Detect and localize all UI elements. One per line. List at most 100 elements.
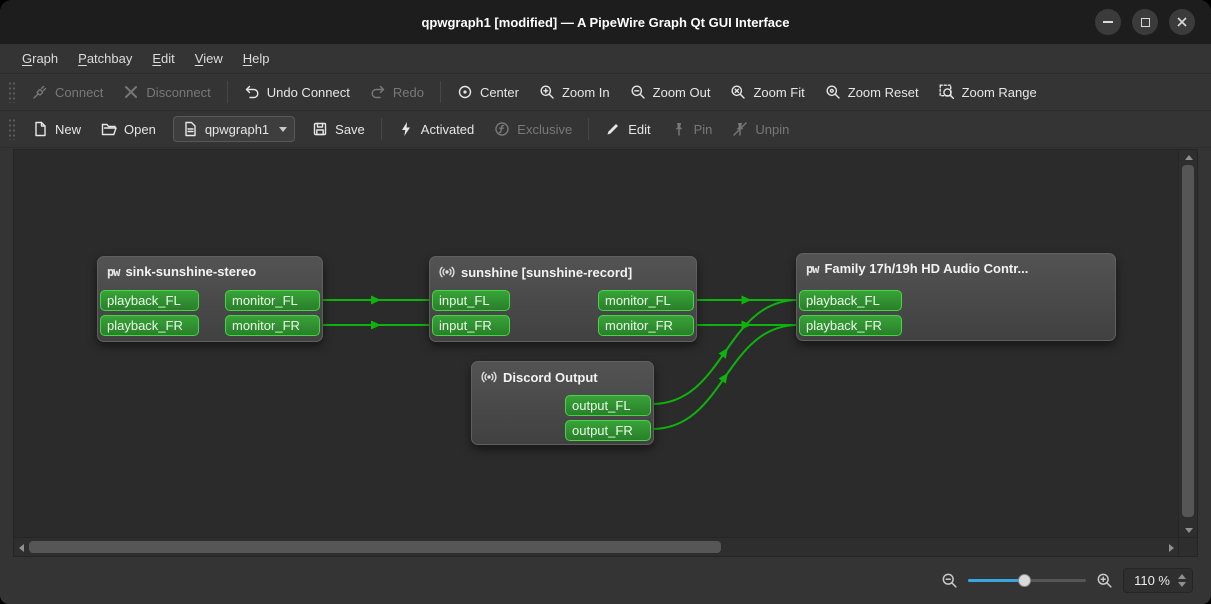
pin-button[interactable]: Pin	[661, 115, 723, 143]
port-monitor_FL[interactable]: monitor_FL	[598, 290, 694, 311]
toolbar-graph: Connect Disconnect Undo Connect Redo Cen…	[0, 74, 1211, 111]
undo-connect-button[interactable]: Undo Connect	[234, 78, 360, 106]
open-folder-icon	[101, 121, 117, 137]
port-playback_FR[interactable]: playback_FR	[100, 315, 199, 336]
graph-canvas[interactable]: pw sink-sunshine-stereo playback_FL play…	[14, 150, 1178, 537]
zoom-out-icon[interactable]	[941, 572, 958, 589]
horizontal-scrollbar[interactable]	[14, 537, 1178, 556]
spin-up-icon[interactable]	[1178, 574, 1186, 579]
unpin-label: Unpin	[755, 122, 789, 137]
node-sunshine[interactable]: sunshine [sunshine-record] input_FL inpu…	[429, 256, 697, 342]
horizontal-scroll-track[interactable]	[28, 538, 1164, 556]
connections-layer	[14, 150, 1178, 537]
node-title: Family 17h/19h HD Audio Contr...	[824, 261, 1028, 276]
zoom-fit-button[interactable]: Zoom Fit	[720, 78, 814, 106]
port-input_FR[interactable]: input_FR	[432, 315, 510, 336]
save-label: Save	[335, 122, 365, 137]
node-title: sunshine [sunshine-record]	[461, 265, 632, 280]
window-controls	[1095, 9, 1195, 35]
port-output_FR[interactable]: output_FR	[565, 420, 651, 441]
toolbar-separator	[588, 118, 589, 140]
minimize-icon	[1103, 21, 1113, 23]
zoom-in-icon[interactable]	[1096, 572, 1113, 589]
scroll-right-button[interactable]	[1164, 538, 1178, 557]
scroll-up-button[interactable]	[1179, 150, 1198, 164]
node-sink-sunshine-stereo[interactable]: pw sink-sunshine-stereo playback_FL play…	[97, 256, 323, 342]
disconnect-button[interactable]: Disconnect	[113, 78, 220, 106]
disconnect-label: Disconnect	[146, 85, 210, 100]
chevron-down-icon	[279, 127, 287, 132]
zoom-reset-button[interactable]: Zoom Reset	[815, 78, 929, 106]
node-family-hd-audio[interactable]: pw Family 17h/19h HD Audio Contr... play…	[796, 253, 1116, 341]
node-header: pw sink-sunshine-stereo	[98, 257, 322, 279]
unpin-button[interactable]: Unpin	[722, 115, 799, 143]
zoom-range-icon	[939, 84, 955, 100]
undo-icon	[244, 84, 260, 100]
zoom-in-button[interactable]: Zoom In	[529, 78, 620, 106]
menu-item-patchbay[interactable]: Patchbay	[68, 44, 142, 73]
scroll-down-button[interactable]	[1179, 523, 1198, 537]
zoom-level-spinbox[interactable]: 110 %	[1123, 568, 1193, 593]
audio-device-icon	[439, 264, 455, 280]
zoom-range-button[interactable]: Zoom Range	[929, 78, 1047, 106]
port-playback_FL[interactable]: playback_FL	[100, 290, 199, 311]
scrollbar-corner	[1178, 537, 1197, 556]
menu-item-graph[interactable]: Graph	[12, 44, 68, 73]
new-file-icon	[32, 121, 48, 137]
close-button[interactable]	[1169, 9, 1195, 35]
edit-button[interactable]: Edit	[595, 115, 660, 143]
disconnect-icon	[123, 84, 139, 100]
horizontal-scroll-thumb[interactable]	[29, 541, 721, 553]
maximize-icon	[1141, 18, 1150, 27]
menu-item-view[interactable]: View	[185, 44, 233, 73]
scroll-left-button[interactable]	[14, 538, 28, 557]
vertical-scrollbar[interactable]	[1178, 150, 1197, 537]
vertical-scroll-thumb[interactable]	[1182, 165, 1194, 517]
port-playback_FL[interactable]: playback_FL	[799, 290, 902, 311]
node-header: sunshine [sunshine-record]	[430, 257, 696, 280]
minimize-button[interactable]	[1095, 9, 1121, 35]
lightning-icon	[398, 121, 414, 137]
exclusive-label: Exclusive	[517, 122, 572, 137]
undo-connect-label: Undo Connect	[267, 85, 350, 100]
node-title: sink-sunshine-stereo	[125, 264, 256, 279]
toolbar-separator	[227, 81, 228, 103]
port-playback_FR[interactable]: playback_FR	[799, 315, 902, 336]
connect-label: Connect	[55, 85, 103, 100]
zoom-in-label: Zoom In	[562, 85, 610, 100]
port-monitor_FR[interactable]: monitor_FR	[598, 315, 694, 336]
toolbar-handle[interactable]	[8, 81, 15, 103]
connect-button[interactable]: Connect	[22, 78, 113, 106]
exclusive-button[interactable]: Exclusive	[484, 115, 582, 143]
edit-pencil-icon	[605, 121, 621, 137]
port-input_FL[interactable]: input_FL	[432, 290, 510, 311]
menu-item-edit[interactable]: Edit	[142, 44, 184, 73]
center-button[interactable]: Center	[447, 78, 529, 106]
menu-item-help[interactable]: Help	[233, 44, 280, 73]
activated-button[interactable]: Activated	[388, 115, 484, 143]
unpin-icon	[732, 121, 748, 137]
toolbar-handle[interactable]	[8, 118, 15, 140]
node-discord-output[interactable]: Discord Output output_FL output_FR	[471, 361, 654, 445]
connect-icon	[32, 84, 48, 100]
zoom-out-button[interactable]: Zoom Out	[620, 78, 721, 106]
arrow-left-icon	[19, 544, 24, 552]
spin-down-icon[interactable]	[1178, 582, 1186, 587]
port-output_FL[interactable]: output_FL	[565, 395, 651, 416]
redo-button[interactable]: Redo	[360, 78, 434, 106]
port-monitor_FL[interactable]: monitor_FL	[225, 290, 320, 311]
titlebar[interactable]: qpwgraph1 [modified] — A PipeWire Graph …	[0, 0, 1211, 44]
zoom-slider-handle[interactable]	[1018, 574, 1031, 587]
save-button[interactable]: Save	[302, 115, 375, 143]
port-monitor_FR[interactable]: monitor_FR	[225, 315, 320, 336]
new-button[interactable]: New	[22, 115, 91, 143]
arrow-down-icon	[1185, 528, 1193, 533]
vertical-scroll-track[interactable]	[1179, 164, 1197, 523]
zoom-slider[interactable]	[968, 571, 1086, 590]
open-button[interactable]: Open	[91, 115, 166, 143]
pipewire-icon: pw	[806, 263, 818, 275]
node-header: pw Family 17h/19h HD Audio Contr...	[797, 254, 1115, 276]
zoom-fit-icon	[730, 84, 746, 100]
maximize-button[interactable]	[1132, 9, 1158, 35]
patchbay-profile-combobox[interactable]: qpwgraph1	[173, 116, 295, 142]
